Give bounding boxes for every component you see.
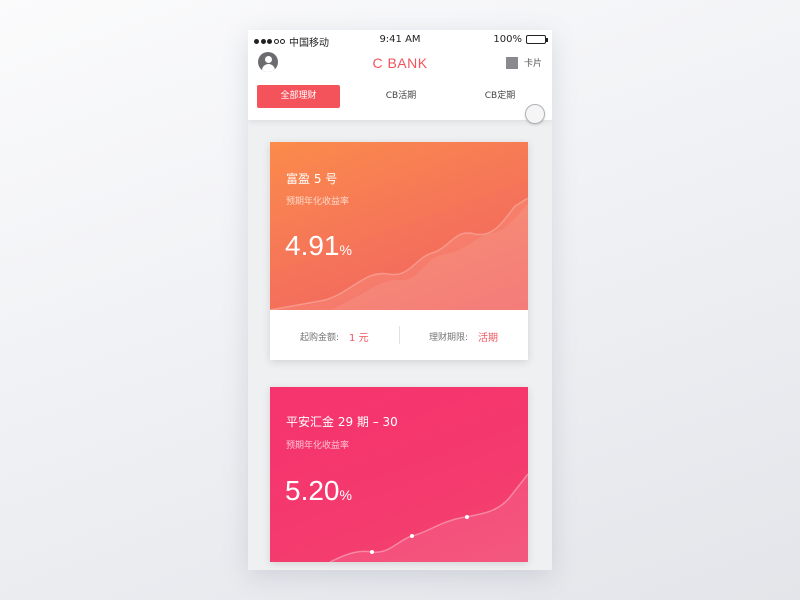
product-card[interactable]: 平安汇金 29 期 – 30 预期年化收益率 5.20% <box>270 387 528 562</box>
product-rate: 5.20% <box>285 475 352 507</box>
rate-unit: % <box>339 487 352 503</box>
divider <box>399 326 400 344</box>
category-tabs: 全部理财 CB活期 CB定期 <box>248 85 552 109</box>
chart-point <box>410 534 414 538</box>
product-subtitle: 预期年化收益率 <box>286 441 350 451</box>
product-name: 富盈 5 号 <box>286 172 338 186</box>
battery-percent: 100% <box>493 34 522 45</box>
tab-all-products[interactable]: 全部理财 <box>257 85 340 108</box>
app-header: 中国移动 9:41 AM 100% C BANK 卡片 全部理财 CB活期 CB… <box>248 30 552 120</box>
chart-point <box>465 515 469 519</box>
nav-bar: C BANK 卡片 <box>248 50 552 76</box>
floating-toggle-button[interactable] <box>525 104 545 124</box>
term: 理财期限: 活期 <box>429 329 498 344</box>
tab-cb-current[interactable]: CB活期 <box>361 85 441 108</box>
product-card-footer: 起购金额: 1 元 理财期限: 活期 <box>270 310 528 360</box>
term-label: 理财期限: <box>429 333 469 343</box>
tab-cb-fixed[interactable]: CB定期 <box>460 85 540 108</box>
min-purchase-value: 1 元 <box>349 333 369 344</box>
card-icon <box>505 56 518 69</box>
product-card[interactable]: 富盈 5 号 预期年化收益率 4.91% 起购金额: 1 元 理财期限: 活期 <box>270 142 528 360</box>
term-value: 活期 <box>478 333 499 344</box>
product-name: 平安汇金 29 期 – 30 <box>286 415 398 429</box>
battery-icon <box>526 35 548 44</box>
min-purchase-label: 起购金额: <box>300 333 340 343</box>
card-button[interactable]: 卡片 <box>505 56 542 69</box>
battery-info: 100% <box>493 34 548 45</box>
min-purchase: 起购金额: 1 元 <box>300 329 369 344</box>
card-label: 卡片 <box>523 59 542 69</box>
product-rate: 4.91% <box>285 230 352 262</box>
product-card-header: 富盈 5 号 预期年化收益率 4.91% <box>270 142 528 310</box>
rate-value: 4.91 <box>285 230 340 261</box>
status-bar: 中国移动 9:41 AM 100% <box>248 30 552 50</box>
product-subtitle: 预期年化收益率 <box>286 197 350 207</box>
product-card-header: 平安汇金 29 期 – 30 预期年化收益率 5.20% <box>270 387 528 562</box>
rate-unit: % <box>339 242 352 258</box>
rate-value: 5.20 <box>285 475 340 506</box>
chart-point <box>370 550 374 554</box>
phone-screen: 中国移动 9:41 AM 100% C BANK 卡片 全部理财 CB活期 CB… <box>248 30 552 570</box>
